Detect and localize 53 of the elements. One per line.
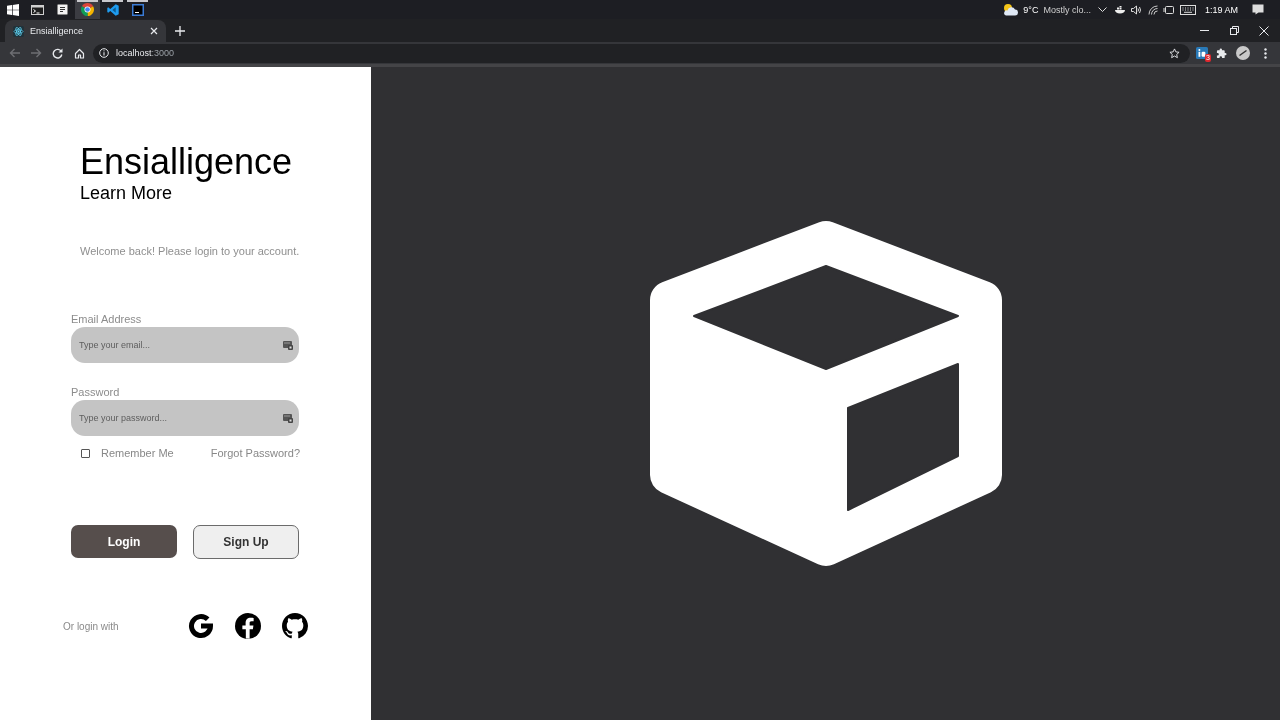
chevron-icon[interactable] [1097,6,1107,13]
close-icon[interactable] [1259,25,1269,36]
remember-label: Remember Me [101,446,174,460]
ide-app-icon[interactable] [131,3,144,16]
extension-icon[interactable] [1196,47,1208,59]
welcome-text: Welcome back! Please login to your account. [80,244,300,258]
browser-tab[interactable]: Ensialligence [5,20,166,42]
remember-checkbox[interactable] [81,448,90,458]
social-login-label: Or login with [63,619,120,633]
learn-more-link[interactable]: Learn More [80,182,173,204]
brand-title: Ensialligence [80,142,293,182]
autofill-icon[interactable] [283,340,293,350]
field-label: Email Address [71,312,142,326]
wifi-icon[interactable] [1147,4,1158,15]
kebab-menu-icon[interactable] [1264,47,1267,59]
login-button[interactable]: Login [71,525,177,558]
github-icon[interactable] [282,613,308,639]
notes-app-icon[interactable] [57,4,68,15]
weather-condition: Mostly clo... [1043,3,1091,16]
star-icon[interactable] [1169,47,1180,59]
taskbar-app-button[interactable] [100,0,125,19]
keyboard-icon[interactable] [1179,4,1196,15]
autofill-icon[interactable] [283,413,293,423]
weather-icon[interactable] [1002,3,1019,16]
speaker-icon[interactable] [1130,4,1142,15]
clock-time[interactable]: 1:19 AM [1204,3,1238,16]
terminal-app-icon[interactable] [31,4,44,15]
windows-logo-icon[interactable] [6,3,19,16]
text-input-field[interactable]: Type your email... [71,327,299,363]
code-editor-app-icon[interactable] [106,3,119,16]
tab-title: Ensialligence [30,25,84,37]
address-bar[interactable]: localhost:3000 [93,43,1190,63]
tray-app-icon[interactable] [1113,5,1126,14]
restore-icon[interactable] [1229,26,1239,35]
puzzle-icon[interactable] [1216,47,1227,59]
google-icon[interactable] [188,613,214,639]
taskbar-app-button[interactable] [75,0,100,19]
avatar-icon[interactable] [1236,46,1250,60]
minimize-icon[interactable] [1199,30,1209,31]
facebook-icon[interactable] [235,613,261,639]
battery-icon[interactable] [1162,5,1174,14]
taskbar-app-button[interactable] [125,0,150,19]
info-icon[interactable] [99,48,109,58]
forgot-password-link[interactable]: Forgot Password? [210,446,300,460]
field-label: Password [71,385,120,399]
notification-icon[interactable] [1252,4,1264,15]
plus-icon[interactable] [175,25,185,36]
weather-temperature: 9°C [1023,3,1039,16]
signup-button[interactable]: Sign Up [193,525,299,559]
url-text: localhost:3000 [116,47,175,59]
atom-icon [13,25,24,37]
browser-app-icon[interactable] [81,3,94,16]
text-input-field[interactable]: Type your password... [71,400,299,436]
